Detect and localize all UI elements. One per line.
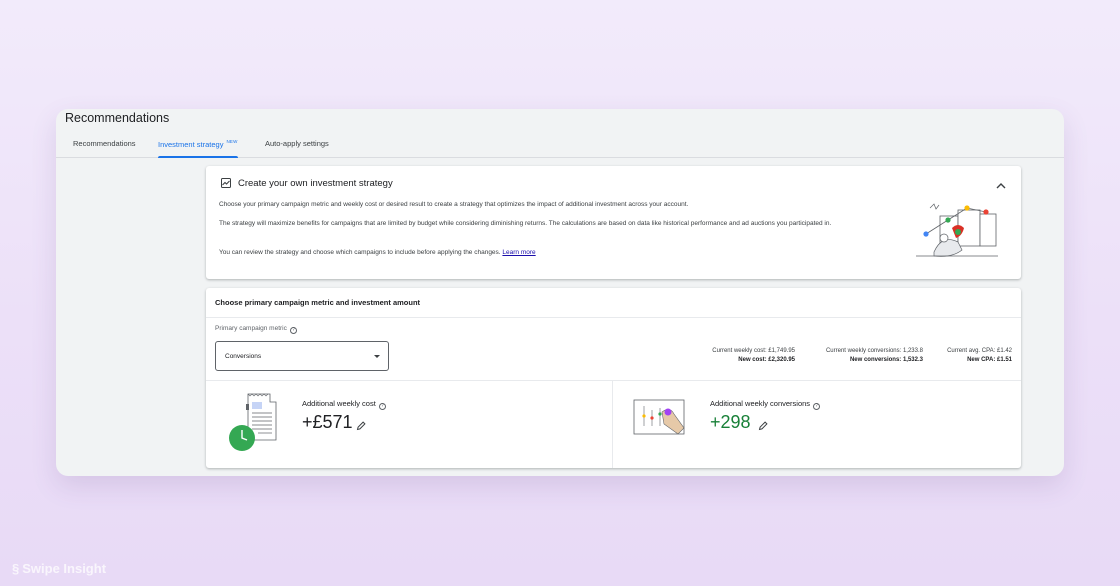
- divider: [612, 380, 613, 468]
- additional-cost-value: +£571: [302, 412, 353, 432]
- tab-recommendations[interactable]: Recommendations: [73, 139, 136, 158]
- swipe-logo-icon: §: [12, 561, 20, 576]
- chevron-up-icon[interactable]: [995, 178, 1007, 189]
- additional-conversions-label: Additional weekly conversions?: [710, 399, 821, 410]
- additional-cost-label: Additional weekly cost?: [302, 399, 386, 410]
- review-text: You can review the strategy and choose w…: [219, 249, 501, 256]
- help-icon[interactable]: ?: [378, 403, 386, 410]
- additional-cost-label-text: Additional weekly cost: [302, 399, 376, 408]
- new-cost: New cost: £2,320.95: [738, 357, 795, 363]
- conversions-stat: Current weekly conversions: 1,233.8 New …: [826, 347, 923, 365]
- cpa-stat: Current avg. CPA: £1.42 New CPA: £1.51: [947, 347, 1012, 365]
- watermark: § Swipe Insight: [12, 561, 106, 576]
- divider: [206, 380, 1021, 381]
- tab-investment-strategy[interactable]: Investment strategy NEW: [158, 139, 238, 158]
- investment-strategy-card: Create your own investment strategy Choo…: [206, 166, 1021, 279]
- learn-more-link[interactable]: Learn more: [502, 249, 535, 256]
- weekly-cost-stat: Current weekly cost: £1,749.95 New cost:…: [712, 347, 795, 365]
- conversions-illustration: [633, 399, 685, 435]
- additional-conversions-value: +298: [710, 412, 751, 432]
- tab-label: Auto-apply settings: [265, 139, 329, 148]
- tab-label: Investment strategy: [158, 140, 224, 149]
- dropdown-arrow-icon: [374, 355, 380, 358]
- recommendations-window: Recommendations Recommendations Investme…: [56, 109, 1064, 476]
- intro-paragraph: You can review the strategy and choose w…: [219, 248, 899, 259]
- tab-bar: Recommendations Investment strategy NEW A…: [56, 131, 1064, 158]
- selected-metric: Conversions: [225, 353, 262, 360]
- new-cpa: New CPA: £1.51: [967, 357, 1012, 363]
- edit-pencil-icon[interactable]: [356, 418, 366, 431]
- edit-pencil-icon[interactable]: [758, 418, 768, 431]
- metric-label: Primary campaign metric?: [215, 325, 297, 334]
- page-title: Recommendations: [65, 111, 170, 125]
- tab-auto-apply-settings[interactable]: Auto-apply settings: [265, 139, 329, 158]
- chart-box-icon: [221, 178, 231, 188]
- new-badge: NEW: [226, 139, 238, 144]
- cost-illustration: [229, 393, 277, 451]
- card-header: Choose primary campaign metric and inves…: [206, 288, 1021, 318]
- new-conversions: New conversions: 1,532.3: [849, 357, 923, 363]
- watermark-text: Swipe Insight: [22, 561, 107, 576]
- current-avg-cpa: Current avg. CPA: £1.42: [947, 348, 1012, 354]
- current-weekly-cost: Current weekly cost: £1,749.95: [712, 348, 795, 354]
- help-icon[interactable]: ?: [289, 327, 297, 334]
- card-title: Create your own investment strategy: [238, 178, 393, 189]
- help-icon[interactable]: ?: [813, 403, 821, 410]
- intro-paragraph: Choose your primary campaign metric and …: [219, 201, 689, 208]
- investment-illustration: [916, 203, 998, 257]
- current-weekly-conversions: Current weekly conversions: 1,233.8: [825, 348, 923, 354]
- primary-metric-select[interactable]: Conversions: [215, 341, 389, 371]
- metric-investment-card: Choose primary campaign metric and inves…: [206, 288, 1021, 468]
- intro-paragraph: The strategy will maximize benefits for …: [219, 220, 832, 227]
- metric-label-text: Primary campaign metric: [215, 325, 287, 332]
- card-heading: Choose primary campaign metric and inves…: [215, 298, 421, 307]
- additional-conversions-label-text: Additional weekly conversions: [710, 399, 811, 408]
- tab-label: Recommendations: [73, 139, 136, 148]
